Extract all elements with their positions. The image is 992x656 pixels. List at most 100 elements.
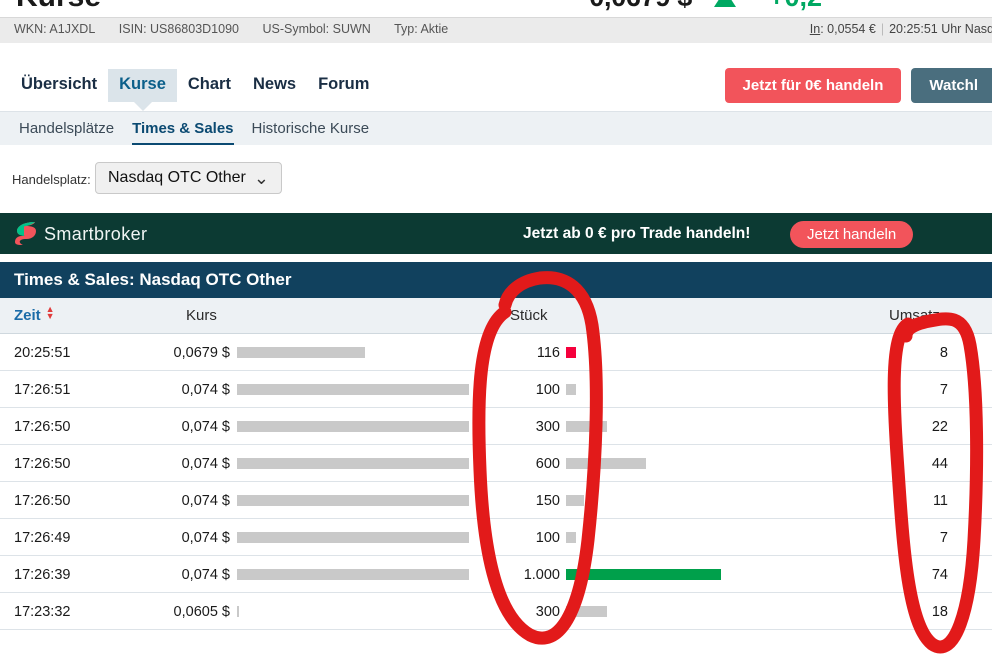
smartbroker-logo-icon	[15, 222, 36, 245]
sort-toggle-icon[interactable]: ▲ ▼	[46, 305, 55, 321]
cell-kurs: 0,074 $	[181, 382, 230, 398]
sub-nav-tabs: Handelsplätze Times & Sales Historische …	[10, 112, 378, 146]
cell-stueck: 150	[535, 493, 560, 509]
column-header-zeit[interactable]: Zeit ▲ ▼	[14, 305, 55, 325]
cell-stueck: 600	[535, 456, 560, 472]
trade-now-button[interactable]: Jetzt für 0€ handeln	[724, 68, 902, 103]
sub-nav: Handelsplätze Times & Sales Historische …	[0, 111, 992, 146]
page-root: Kurse 0,0679 $ +0,2 WKN: A1JXDL ISIN: US…	[0, 0, 992, 656]
instrument-meta-bar: WKN: A1JXDL ISIN: US86803D1090 US-Symbol…	[0, 17, 992, 43]
last-price: 0,0679 $	[589, 0, 692, 13]
cell-umsatz: 11	[932, 493, 948, 509]
watchlist-button[interactable]: Watchl	[911, 68, 992, 103]
subtab-historische-kurse[interactable]: Historische Kurse	[243, 112, 379, 146]
cell-kurs: 0,074 $	[181, 530, 230, 546]
cell-zeit: 17:26:39	[14, 567, 71, 583]
tab-kurse[interactable]: Kurse	[108, 69, 177, 110]
price-bar	[237, 384, 469, 395]
table-row: 17:23:32 0,0605 $ 300 18	[0, 593, 992, 630]
smartbroker-banner[interactable]: Smartbroker Jetzt ab 0 € pro Trade hande…	[0, 213, 992, 254]
cell-stueck: 100	[535, 530, 560, 546]
table-row: 17:26:50 0,074 $ 150 11	[0, 482, 992, 519]
cell-kurs: 0,0679 $	[173, 345, 230, 361]
cell-kurs: 0,074 $	[181, 456, 230, 472]
quantity-bar	[566, 532, 577, 543]
cell-umsatz: 74	[931, 567, 948, 583]
cell-stueck: 300	[535, 419, 560, 435]
cell-stueck: 1.000	[523, 567, 560, 583]
cell-umsatz: 8	[939, 345, 948, 361]
cell-zeit: 17:26:50	[14, 456, 71, 472]
cell-kurs: 0,074 $	[181, 493, 230, 509]
price-bar	[237, 569, 469, 580]
table-title-bar: Times & Sales: Nasdaq OTC Other	[0, 262, 992, 298]
column-header-kurs[interactable]: Kurs	[186, 307, 217, 324]
banner-message: Jetzt ab 0 € pro Trade handeln!	[523, 225, 751, 242]
price-bar	[237, 347, 365, 358]
table-row: 17:26:50 0,074 $ 600 44	[0, 445, 992, 482]
table-body: 20:25:51 0,0679 $116 8 17:26:51 0,074 $100 7 1…	[0, 334, 992, 630]
table-row: 17:26:39 0,074 $ 1.000 74	[0, 556, 992, 593]
smartbroker-brand-name: Smartbroker	[44, 224, 148, 244]
tab-news[interactable]: News	[242, 69, 307, 102]
quote-value: 0,0554 €	[827, 22, 876, 36]
instrument-identifiers: WKN: A1JXDL ISIN: US86803D1090 US-Symbol…	[14, 22, 468, 36]
quantity-bar	[566, 569, 721, 580]
cell-stueck: 300	[535, 604, 560, 620]
meta-wkn: WKN: A1JXDL	[14, 22, 96, 36]
quote-separator: |	[880, 22, 885, 36]
table-row: 17:26:50 0,074 $ 300 22	[0, 408, 992, 445]
trend-up-icon	[714, 0, 736, 7]
quantity-bar	[566, 421, 608, 432]
quantity-bar	[566, 384, 577, 395]
cell-zeit: 17:26:51	[14, 382, 71, 398]
price-bar	[237, 495, 469, 506]
cell-kurs: 0,074 $	[181, 419, 230, 435]
cell-stueck: 116	[536, 345, 560, 361]
venue-label: Handelsplatz:	[12, 172, 91, 187]
change-percent: +0,2	[769, 0, 822, 13]
quantity-bar	[566, 606, 608, 617]
cell-zeit: 17:23:32	[14, 604, 71, 620]
column-header-umsatz[interactable]: Umsatz	[889, 307, 940, 324]
venue-selected-value: Nasdaq OTC Other	[108, 169, 246, 186]
table-row: 17:26:51 0,074 $ 100 7	[0, 371, 992, 408]
quantity-bar	[566, 495, 585, 506]
page-title-cut: Kurse	[16, 0, 101, 14]
meta-symbol: US-Symbol: SUWN	[262, 22, 371, 36]
column-header-zeit-label: Zeit	[14, 307, 41, 324]
quote-label[interactable]: In	[810, 22, 820, 36]
cell-umsatz: 18	[931, 604, 948, 620]
cell-umsatz: 7	[939, 382, 948, 398]
cell-umsatz: 22	[931, 419, 948, 435]
cell-zeit: 17:26:49	[14, 530, 71, 546]
main-nav-tabs: Übersicht Kurse Chart News Forum	[10, 69, 380, 110]
cell-kurs: 0,074 $	[181, 567, 230, 583]
cell-umsatz: 7	[939, 530, 948, 546]
banner-cta-button[interactable]: Jetzt handeln	[790, 221, 914, 248]
tab-forum[interactable]: Forum	[307, 69, 380, 102]
table-row: 17:26:49 0,074 $ 100 7	[0, 519, 992, 556]
main-nav: Übersicht Kurse Chart News Forum Jetzt f…	[0, 43, 992, 111]
price-bar	[237, 421, 469, 432]
tab-chart[interactable]: Chart	[177, 69, 242, 102]
price-strip: Kurse 0,0679 $ +0,2	[0, 0, 992, 17]
quote-summary: In: 0,0554 € | 20:25:51 Uhr Nasd	[810, 22, 992, 36]
subtab-handelsplaetze[interactable]: Handelsplätze	[10, 112, 123, 146]
nav-action-buttons: Jetzt für 0€ handeln Watchl	[724, 68, 992, 103]
quantity-bar	[566, 347, 577, 358]
cell-zeit: 17:26:50	[14, 493, 71, 509]
meta-isin: ISIN: US86803D1090	[118, 22, 239, 36]
cell-stueck: 100	[535, 382, 560, 398]
price-bar	[237, 606, 240, 617]
venue-select[interactable]: Nasdaq OTC Other ⌄	[95, 162, 282, 194]
price-bar	[237, 532, 469, 543]
table-title: Times & Sales: Nasdaq OTC Other	[14, 270, 292, 289]
quantity-bar	[566, 458, 646, 469]
table-row: 20:25:51 0,0679 $ 116 8	[0, 334, 992, 371]
cell-zeit: 17:26:50	[14, 419, 71, 435]
column-header-stueck[interactable]: Stück	[510, 307, 548, 324]
tab-uebersicht[interactable]: Übersicht	[10, 69, 108, 102]
subtab-times-and-sales[interactable]: Times & Sales	[123, 112, 242, 146]
meta-type: Typ: Aktie	[394, 22, 449, 36]
